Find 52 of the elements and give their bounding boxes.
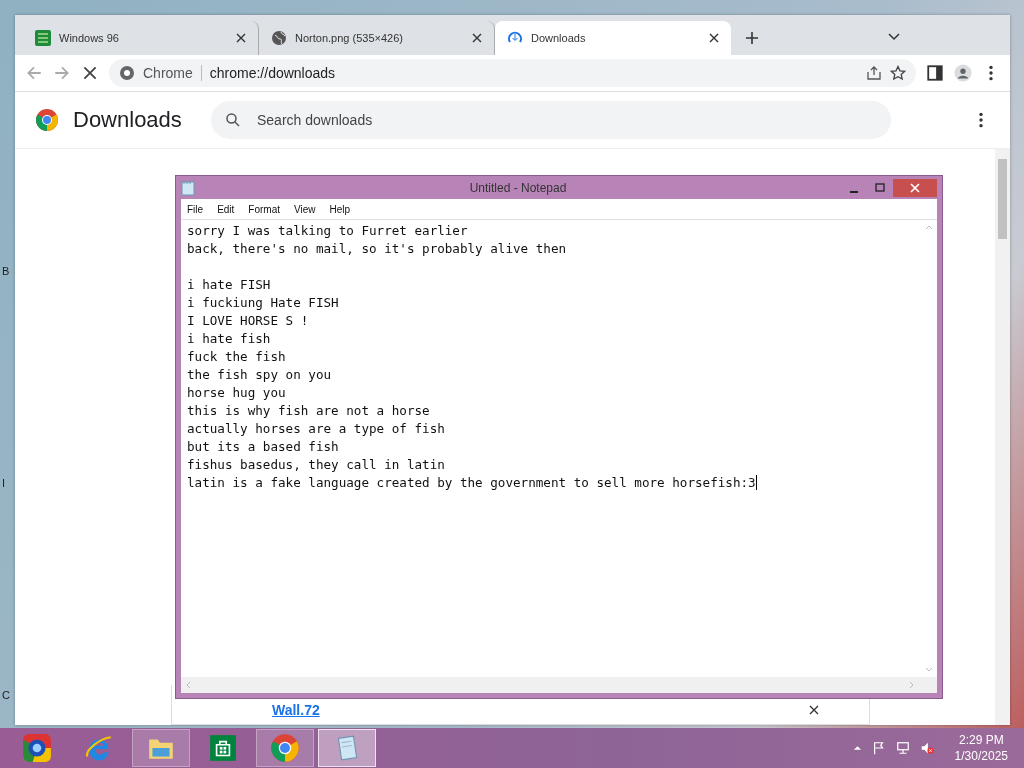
maximize-icon [875,182,885,193]
grid-icon [35,30,51,46]
e-logo-icon [84,733,114,763]
chrome-logo-icon [35,108,59,132]
chevron-down-icon[interactable] [888,33,900,41]
close-icon[interactable] [809,705,819,715]
profile-icon[interactable] [954,64,972,82]
close-icon[interactable] [472,33,482,43]
stop-icon[interactable] [81,64,99,82]
close-icon[interactable] [709,33,719,43]
search-bar[interactable]: Search downloads [211,101,891,139]
back-icon[interactable] [25,64,43,82]
chrome-logo-icon [270,733,300,763]
new-tab-icon[interactable] [745,31,759,45]
flag-icon[interactable] [871,741,886,755]
forward-icon[interactable] [53,64,71,82]
browser-tab[interactable]: Windows 96 [23,21,259,55]
url-text: chrome://downloads [209,65,336,81]
menu-item[interactable]: Help [329,203,351,215]
browser-tab[interactable]: Downloads [495,21,731,55]
close-button[interactable] [893,178,937,197]
minimize-icon [849,190,859,193]
site-label: Chrome [143,65,202,81]
shopping-bag-icon [208,733,238,763]
file-link[interactable]: Wall.72 [272,702,320,718]
window-title: Untitled - Notepad [468,180,568,195]
clock-date[interactable]: 1/30/2025 [954,748,1008,764]
page-title: Downloads [73,107,183,133]
menu-item[interactable]: File [187,203,204,215]
chrome-icon [119,65,135,81]
address-bar[interactable]: Chrome chrome://downloads [109,59,916,87]
speaker-muted-icon[interactable] [919,741,934,755]
share-icon[interactable] [866,65,882,81]
taskbar-button[interactable] [256,729,314,767]
desktop-icon-label: B [2,265,10,277]
desktop-icon-label: I [2,477,7,489]
side-panel-icon[interactable] [926,64,944,82]
search-input[interactable]: Search downloads [255,111,877,129]
star-icon[interactable] [890,65,906,81]
globe-icon [271,30,287,46]
search-icon [225,112,241,128]
taskbar-button[interactable] [132,729,190,767]
close-icon[interactable] [236,33,246,43]
close-icon [910,182,920,193]
clock-time[interactable]: 2:29 PM [958,732,1004,748]
notepad-icon [181,179,195,196]
menu-item[interactable]: View [294,203,316,215]
network-icon[interactable] [895,741,910,755]
desktop-icon-label: C [2,689,10,701]
menu-item[interactable]: Edit [217,203,235,215]
menu-item[interactable]: Format [248,203,281,215]
scrollbar[interactable] [995,149,1010,725]
